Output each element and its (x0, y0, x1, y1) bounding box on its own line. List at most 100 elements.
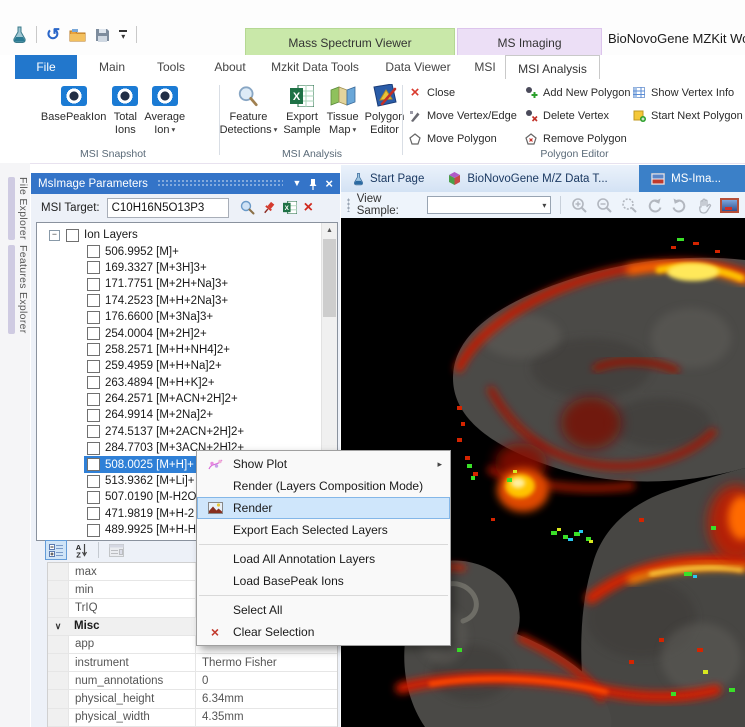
rotate-right-icon[interactable] (670, 195, 688, 215)
tab-start-page[interactable]: Start Page (341, 165, 436, 192)
collapse-toggle-icon[interactable]: − (49, 230, 60, 241)
tab-mzkit-data-tools[interactable]: Mzkit Data Tools (263, 55, 367, 79)
layer-checkbox[interactable] (87, 261, 100, 274)
clear-target-icon[interactable]: × (304, 201, 313, 215)
save-icon[interactable] (95, 28, 110, 42)
layer-checkbox[interactable] (87, 327, 100, 340)
pushpin-icon[interactable] (262, 201, 276, 215)
layer-checkbox[interactable] (87, 458, 100, 471)
menu-item-render[interactable]: Render (197, 497, 450, 519)
snapshot-icon[interactable] (720, 195, 739, 215)
property-pages-button[interactable] (106, 541, 126, 559)
polygon-editor-button[interactable]: Polygon Editor (362, 79, 408, 145)
layer-checkbox[interactable] (87, 311, 100, 324)
total-ions-button[interactable]: Total Ions (109, 79, 141, 145)
tab-data-viewer[interactable]: Data Viewer (372, 55, 464, 79)
layer-checkbox[interactable] (87, 294, 100, 307)
layer-checkbox[interactable] (87, 442, 100, 455)
layer-checkbox[interactable] (87, 376, 100, 389)
menu-item-load-all-annotation-layers[interactable]: Load All Annotation Layers (197, 548, 450, 570)
delete-vertex-button[interactable]: Delete Vertex (524, 107, 609, 124)
show-vertex-info-button[interactable]: Show Vertex Info (632, 84, 734, 101)
layer-checkbox[interactable] (87, 343, 100, 356)
add-new-polygon-button[interactable]: Add New Polygon (524, 84, 630, 101)
layer-checkbox[interactable] (87, 409, 100, 422)
layer-checkbox[interactable] (87, 360, 100, 373)
scroll-up-icon[interactable]: ▲ (322, 223, 337, 238)
remove-polygon-button[interactable]: Remove Polygon (524, 130, 627, 147)
layer-checkbox[interactable] (87, 524, 100, 537)
layer-checkbox[interactable] (87, 425, 100, 438)
layer-checkbox[interactable] (87, 278, 100, 291)
property-row[interactable]: instrumentThermo Fisher (48, 654, 337, 672)
contextual-group-ms-imaging[interactable]: MS Imaging (457, 28, 602, 56)
ion-layer-item[interactable]: 263.4894 [M+H+K]2+ (37, 375, 337, 391)
ion-layer-item[interactable]: 174.2523 [M+H+2Na]3+ (37, 293, 337, 309)
ion-layer-item[interactable]: 274.5137 [M+2ACN+2H]2+ (37, 424, 337, 440)
app-flask-icon[interactable] (12, 26, 27, 43)
pin-icon[interactable] (308, 178, 318, 190)
alphabetical-sort-button[interactable]: AZ (71, 541, 91, 559)
property-value[interactable]: 6.34mm (196, 693, 337, 705)
layer-checkbox[interactable] (87, 245, 100, 258)
ion-layer-item[interactable]: 254.0004 [M+2H]2+ (37, 325, 337, 341)
ion-layer-item[interactable]: 264.9914 [M+2Na]2+ (37, 407, 337, 423)
menu-item-select-all[interactable]: Select All (197, 599, 450, 621)
contextual-group-mass-spectrum-viewer[interactable]: Mass Spectrum Viewer (245, 28, 455, 56)
layer-checkbox[interactable] (87, 491, 100, 504)
chevron-down-icon[interactable]: ∨ (48, 618, 68, 635)
view-sample-select[interactable]: ▾ (427, 196, 552, 214)
ion-layer-item[interactable]: 259.4959 [M+H+Na]2+ (37, 358, 337, 374)
ion-layer-item[interactable]: 176.6600 [M+3Na]3+ (37, 309, 337, 325)
property-value[interactable]: Thermo Fisher (196, 657, 337, 669)
tab-main[interactable]: Main (84, 55, 140, 79)
scrollbar-thumb[interactable] (323, 239, 336, 317)
root-checkbox[interactable] (66, 229, 79, 242)
export-sample-button[interactable]: X Export Sample (280, 79, 323, 145)
menu-item-render-layers-composition-mode[interactable]: Render (Layers Composition Mode) (197, 475, 450, 497)
excel-export-icon[interactable]: X (283, 201, 297, 214)
tab-file[interactable]: File (15, 55, 77, 79)
average-ion-button[interactable]: Average Ion▾ (141, 79, 188, 145)
menu-item-load-basepeak-ions[interactable]: Load BasePeak Ions (197, 570, 450, 592)
property-row[interactable]: num_annotations0 (48, 672, 337, 690)
tab-msi-analysis[interactable]: MSI Analysis (505, 55, 600, 81)
property-row[interactable]: physical_height6.34mm (48, 690, 337, 708)
menu-item-clear-selection[interactable]: ×Clear Selection (197, 621, 450, 643)
tab-mz-data[interactable]: BioNovoGene M/Z Data T... (436, 165, 619, 192)
customize-toolbar-dropdown-icon[interactable]: ▾ (119, 30, 127, 39)
tree-root[interactable]: − Ion Layers (37, 227, 337, 243)
start-next-polygon-button[interactable]: Start Next Polygon (632, 107, 743, 124)
msi-target-input[interactable]: C10H16N5O13P3 (107, 198, 229, 218)
panel-menu-dropdown-icon[interactable]: ▼ (292, 179, 301, 188)
search-icon[interactable] (240, 200, 255, 215)
rotate-left-icon[interactable] (645, 195, 663, 215)
close-button[interactable]: ×Close (408, 84, 455, 101)
layer-checkbox[interactable] (87, 393, 100, 406)
open-folder-icon[interactable] (69, 28, 86, 42)
ion-layer-item[interactable]: 169.3327 [M+3H]3+ (37, 260, 337, 276)
menu-item-show-plot[interactable]: Show Plot▸ (197, 453, 450, 475)
undo-icon[interactable]: ↺ (46, 28, 60, 42)
menu-item-export-each-selected-layers[interactable]: Export Each Selected Layers (197, 519, 450, 541)
tab-about[interactable]: About (201, 55, 259, 79)
tab-msi[interactable]: MSI (466, 55, 504, 79)
move-vertex-edge-button[interactable]: Move Vertex/Edge (408, 107, 517, 124)
feature-detections-button[interactable]: Feature Detections▾ (217, 79, 281, 145)
ion-layer-item[interactable]: 506.9952 [M]+ (37, 243, 337, 259)
property-value[interactable]: 0 (196, 675, 337, 687)
zoom-reset-icon[interactable] (620, 195, 638, 215)
categorized-view-button[interactable] (45, 540, 67, 560)
pan-hand-icon[interactable] (695, 195, 713, 215)
tab-tools[interactable]: Tools (143, 55, 199, 79)
tab-ms-image[interactable]: MS-Ima... (639, 165, 745, 192)
layer-checkbox[interactable] (87, 507, 100, 520)
basepeakion-button[interactable]: BasePeakIon (38, 79, 109, 145)
property-row[interactable]: physical_width4.35mm (48, 709, 337, 727)
move-polygon-button[interactable]: Move Polygon (408, 130, 497, 147)
property-value[interactable]: 4.35mm (196, 711, 337, 723)
zoom-in-icon[interactable] (570, 195, 588, 215)
tissue-map-button[interactable]: Tissue Map▾ (324, 79, 362, 145)
layer-checkbox[interactable] (87, 475, 100, 488)
zoom-out-icon[interactable] (595, 195, 613, 215)
